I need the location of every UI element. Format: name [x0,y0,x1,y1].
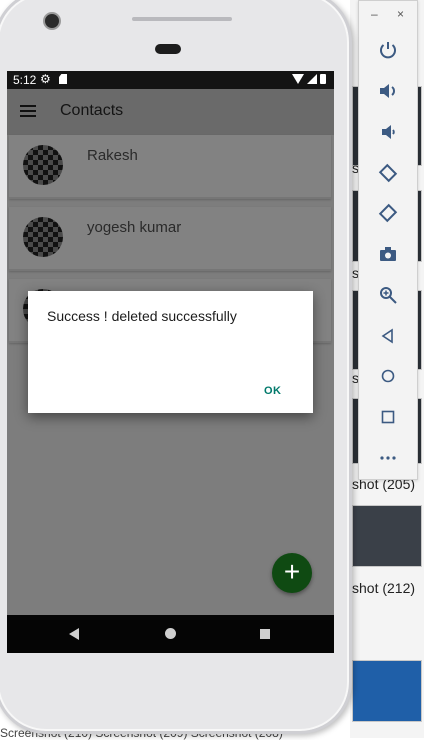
nav-back-icon[interactable] [69,628,79,640]
avatar [23,217,63,257]
nav-home-icon[interactable] [165,628,176,639]
rotate-left-icon[interactable] [373,158,403,188]
wifi-icon [292,74,304,84]
list-item[interactable]: Rakesh [9,135,331,199]
rotate-right-icon[interactable] [373,198,403,228]
thumbnail-caption: shot (212) [352,580,416,596]
status-bar: 5:12 ⚙ [7,71,334,89]
app-bar: Contacts [7,89,334,135]
sd-card-icon [59,74,67,84]
contact-name: yogesh kumar [87,219,182,236]
phone-screen: 5:12 ⚙ Contacts Rakesh yogesh kumar + Su… [7,71,334,653]
thumbnail-6[interactable] [352,660,422,722]
minimize-button[interactable]: – [371,7,378,21]
status-time: 5:12 [13,73,37,87]
settings-status-icon: ⚙ [40,72,51,86]
power-icon[interactable] [373,35,403,65]
earpiece-bar [132,17,232,21]
thumbnail-5[interactable] [352,505,422,567]
more-icon[interactable] [373,443,403,473]
volume-up-icon[interactable] [373,76,403,106]
signal-icon [307,74,317,84]
add-contact-button[interactable]: + [272,553,312,593]
navigation-bar [7,615,334,653]
home-icon[interactable] [373,361,403,391]
back-icon[interactable] [373,321,403,351]
close-button[interactable]: × [397,7,404,21]
volume-down-icon[interactable] [373,117,403,147]
camera-icon[interactable] [373,239,403,269]
ok-button[interactable]: OK [264,385,282,397]
overview-icon[interactable] [373,402,403,432]
nav-recents-icon[interactable] [260,629,270,639]
zoom-icon[interactable] [373,280,403,310]
page-title: Contacts [60,102,124,119]
dialog-message: Success ! deleted successfully [47,308,237,324]
front-camera [43,12,61,30]
contact-name: Rakesh [87,147,138,164]
avatar [23,145,63,185]
battery-icon [320,74,326,84]
list-item[interactable]: yogesh kumar [9,207,331,271]
speaker [155,44,181,54]
emulator-toolbar: – × [358,0,418,480]
alert-dialog: Success ! deleted successfully OK [28,291,313,413]
menu-icon[interactable] [20,105,36,117]
